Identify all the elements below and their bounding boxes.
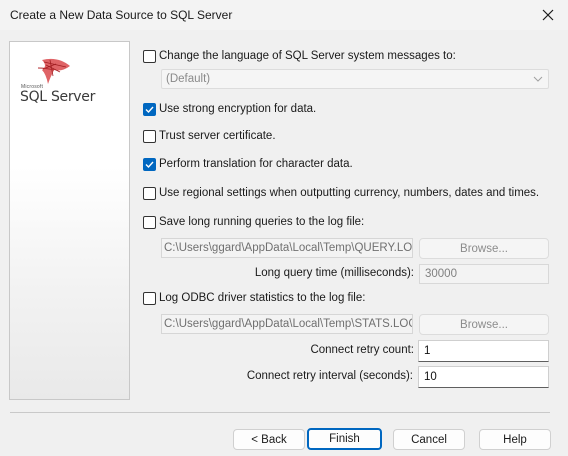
retry-interval-label: Connect retry interval (seconds): — [246, 370, 413, 382]
language-select[interactable]: (Default) — [161, 69, 549, 89]
char-translation-option[interactable]: Perform translation for character data. — [143, 156, 353, 172]
strong-encryption-label: Use strong encryption for data. — [159, 103, 317, 115]
footer-divider — [10, 412, 550, 413]
strong-encryption-option[interactable]: Use strong encryption for data. — [143, 101, 316, 117]
close-icon — [542, 9, 554, 21]
regional-settings-checkbox[interactable] — [143, 186, 156, 200]
log-stats-checkbox[interactable] — [143, 291, 156, 305]
trust-certificate-checkbox[interactable] — [143, 129, 156, 143]
change-language-checkbox[interactable] — [143, 49, 156, 63]
retry-count-field[interactable]: 1 — [418, 340, 549, 362]
regional-settings-label: Use regional settings when outputting cu… — [159, 187, 540, 199]
brand-product: SQL Server — [20, 89, 96, 105]
checkmark-icon — [145, 106, 154, 113]
long-queries-checkbox[interactable] — [143, 215, 156, 229]
log-stats-browse-button[interactable]: Browse... — [419, 314, 549, 335]
trust-certificate-label: Trust server certificate. — [159, 130, 276, 142]
window-title: Create a New Data Source to SQL Server — [10, 8, 233, 22]
log-stats-path-field[interactable]: C:\Users\ggard\AppData\Local\Temp\STATS.… — [161, 314, 413, 334]
close-button[interactable] — [528, 0, 568, 30]
cancel-button[interactable]: Cancel — [393, 429, 465, 450]
brand-panel: Microsoft SQL Server — [9, 41, 130, 400]
finish-button[interactable]: Finish — [307, 428, 382, 450]
title-bar: Create a New Data Source to SQL Server — [0, 0, 568, 30]
chevron-down-icon — [533, 76, 543, 82]
retry-count-label: Connect retry count: — [310, 344, 414, 356]
checkmark-icon — [145, 161, 154, 168]
help-button[interactable]: Help — [479, 429, 551, 450]
regional-settings-option[interactable]: Use regional settings when outputting cu… — [143, 185, 539, 201]
long-queries-path-field[interactable]: C:\Users\ggard\AppData\Local\Temp\QUERY.… — [161, 238, 413, 258]
log-stats-label: Log ODBC driver statistics to the log fi… — [159, 292, 366, 304]
change-language-option[interactable]: Change the language of SQL Server system… — [143, 48, 456, 64]
change-language-label: Change the language of SQL Server system… — [159, 50, 456, 62]
sql-server-logo-icon — [37, 58, 70, 84]
back-button[interactable]: < Back — [233, 429, 305, 450]
long-queries-label: Save long running queries to the log fil… — [159, 216, 365, 228]
char-translation-checkbox[interactable] — [143, 157, 156, 171]
log-stats-option[interactable]: Log ODBC driver statistics to the log fi… — [143, 290, 365, 306]
long-queries-browse-button[interactable]: Browse... — [419, 238, 549, 259]
language-select-value: (Default) — [166, 73, 211, 85]
char-translation-label: Perform translation for character data. — [159, 158, 353, 170]
retry-interval-field[interactable]: 10 — [418, 366, 549, 388]
trust-certificate-option[interactable]: Trust server certificate. — [143, 128, 276, 144]
long-queries-option[interactable]: Save long running queries to the log fil… — [143, 214, 364, 230]
strong-encryption-checkbox[interactable] — [143, 102, 156, 116]
long-query-time-label: Long query time (milliseconds): — [254, 267, 414, 279]
long-query-time-field[interactable]: 30000 — [419, 264, 549, 284]
